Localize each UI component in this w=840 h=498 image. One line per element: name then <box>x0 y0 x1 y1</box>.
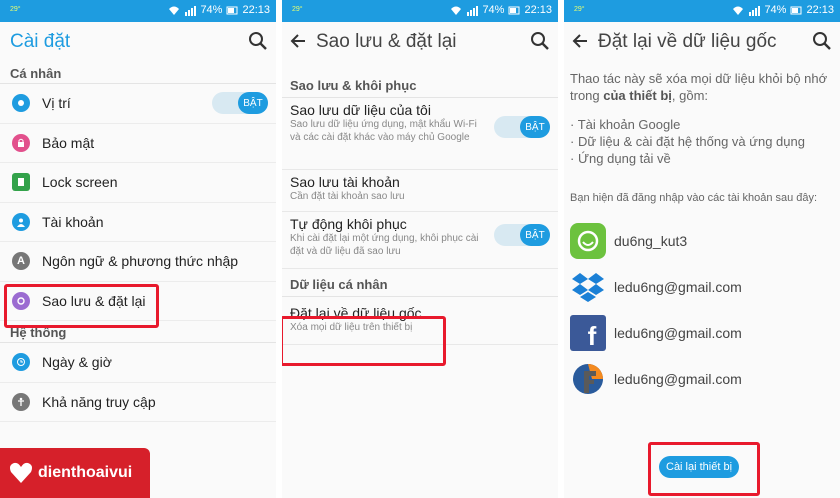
settings-item-accounts[interactable]: Tài khoản <box>0 203 276 242</box>
account-name: ledu6ng@gmail.com <box>614 279 742 295</box>
section-personal-data: Dữ liệu cá nhân <box>282 269 558 297</box>
item-subtitle: Khi cài đặt lại một ứng dụng, khôi phục … <box>290 233 479 257</box>
hangouts-icon <box>570 223 606 259</box>
battery-percent: 74% <box>764 4 787 16</box>
section-personal: Cá nhân <box>0 62 276 84</box>
highlight-box <box>4 284 159 328</box>
lock-screen-icon <box>12 173 30 192</box>
item-label: Ngôn ngữ & phương thức nhập <box>42 253 239 270</box>
page-title: Cài đặt <box>10 31 71 52</box>
clock: 22:13 <box>806 4 834 16</box>
signal-icon <box>467 5 479 16</box>
settings-panel: 29° 74% 22:13 Cài đặt Cá nhân Vị trí BẬT… <box>0 0 276 498</box>
temperature: 29° <box>292 6 303 13</box>
backup-reset-panel: 29° 74% 22:13 Sao lưu & đặt lại Sao lưu … <box>282 0 558 498</box>
list-item: · Ứng dụng tải về <box>570 151 671 166</box>
account-name: ledu6ng@gmail.com <box>614 371 742 387</box>
status-bar: 29° 74% 22:13 <box>0 0 276 22</box>
item-title: Sao lưu tài khoản <box>290 174 400 190</box>
clock: 22:13 <box>242 4 270 16</box>
settings-item-location[interactable]: Vị trí BẬT <box>0 84 276 124</box>
back-arrow-icon[interactable] <box>288 31 308 51</box>
backup-toggle[interactable]: BẬT <box>494 116 550 138</box>
settings-item-lock-screen[interactable]: Lock screen <box>0 163 276 203</box>
wifi-icon <box>169 6 180 15</box>
battery-icon <box>790 6 802 14</box>
heart-icon <box>10 462 32 483</box>
battery-percent: 74% <box>200 4 223 16</box>
reset-description: Thao tác này sẽ xóa mọi dữ liệu khỏi bộ … <box>564 70 840 104</box>
item-label: Tài khoản <box>42 213 104 230</box>
settings-item-security[interactable]: Bảo mật <box>0 124 276 163</box>
lock-icon <box>12 133 30 152</box>
toggle-label: BẬT <box>520 116 550 138</box>
language-icon: A <box>12 252 30 271</box>
signal-icon <box>185 5 197 16</box>
toggle-label: BẬT <box>520 224 550 246</box>
app-bar: Sao lưu & đặt lại <box>282 22 558 62</box>
app-bar: Cài đặt <box>0 22 276 62</box>
location-icon <box>12 94 30 113</box>
status-bar: 29° 74% 22:13 <box>282 0 558 22</box>
firefox-icon <box>570 361 606 397</box>
brand-name: dienthoaivui <box>38 464 133 481</box>
item-label: Khả năng truy cập <box>42 393 156 410</box>
battery-percent: 74% <box>482 4 505 16</box>
section-backup-restore: Sao lưu & khôi phục <box>282 62 558 98</box>
app-bar: Đặt lại về dữ liệu gốc <box>564 22 840 62</box>
back-arrow-icon[interactable] <box>570 31 590 51</box>
accessibility-icon <box>12 392 30 411</box>
facebook-icon: f <box>570 315 606 351</box>
highlight-box <box>282 316 446 366</box>
search-icon[interactable] <box>248 31 268 51</box>
search-icon[interactable] <box>812 31 832 51</box>
factory-reset-panel: 29° 74% 22:13 Đặt lại về dữ liệu gốc Tha… <box>564 0 840 498</box>
intro-bold: của thiết bị <box>603 88 672 103</box>
account-row: f ledu6ng@gmail.com <box>564 310 840 356</box>
battery-icon <box>226 6 238 14</box>
item-label: Ngày & giờ <box>42 354 112 371</box>
toggle-label: BẬT <box>238 92 268 115</box>
wifi-icon <box>733 6 744 15</box>
bullet-list: · Tài khoản Google · Dữ liệu & cài đặt h… <box>564 116 840 167</box>
account-name: du6ng_kut3 <box>614 233 688 249</box>
wifi-icon <box>451 6 462 15</box>
item-label: Lock screen <box>42 174 118 191</box>
item-subtitle: Sao lưu dữ liệu ứng dụng, mật khẩu Wi-Fi… <box>290 119 477 143</box>
location-toggle[interactable]: BẬT <box>212 92 268 115</box>
settings-item-accessibility[interactable]: Khả năng truy cập <box>0 383 276 422</box>
auto-restore-item[interactable]: Tự động khôi phục Khi cài đặt lại một ứn… <box>282 212 558 269</box>
page-title: Sao lưu & đặt lại <box>316 31 457 52</box>
page-title: Đặt lại về dữ liệu gốc <box>598 31 777 52</box>
item-label: Bảo mật <box>42 134 95 151</box>
battery-icon <box>508 6 520 14</box>
list-item: · Tài khoản Google <box>570 117 681 132</box>
temperature: 29° <box>10 6 21 13</box>
highlight-box <box>648 442 760 496</box>
settings-item-date-time[interactable]: Ngày & giờ <box>0 343 276 383</box>
signal-icon <box>749 5 761 16</box>
account-row: ledu6ng@gmail.com <box>564 264 840 310</box>
brand-logo: dienthoaivui <box>0 448 150 498</box>
backup-my-data-item[interactable]: Sao lưu dữ liệu của tôi Sao lưu dữ liệu … <box>282 98 558 170</box>
status-bar: 29° 74% 22:13 <box>564 0 840 22</box>
settings-item-language[interactable]: A Ngôn ngữ & phương thức nhập <box>0 242 276 282</box>
temperature: 29° <box>574 6 585 13</box>
account-icon <box>12 212 30 231</box>
item-subtitle: Cần đặt tài khoản sao lưu <box>290 191 405 202</box>
intro-end: , gồm: <box>671 88 709 103</box>
auto-restore-toggle[interactable]: BẬT <box>494 224 550 246</box>
clock: 22:13 <box>524 4 552 16</box>
dropbox-icon <box>570 269 606 305</box>
list-item: · Dữ liệu & cài đặt hệ thống và ứng dụng <box>570 134 805 149</box>
clock-icon <box>12 353 30 372</box>
backup-account-item[interactable]: Sao lưu tài khoản Cần đặt tài khoản sao … <box>282 170 558 212</box>
item-label: Vị trí <box>42 95 71 112</box>
account-list: du6ng_kut3 ledu6ng@gmail.com f ledu6ng@g… <box>564 218 840 402</box>
signed-in-text: Bạn hiện đã đăng nhập vào các tài khoản … <box>570 192 818 204</box>
account-row: ledu6ng@gmail.com <box>564 356 840 402</box>
account-row: du6ng_kut3 <box>564 218 840 264</box>
account-name: ledu6ng@gmail.com <box>614 325 742 341</box>
search-icon[interactable] <box>530 31 550 51</box>
